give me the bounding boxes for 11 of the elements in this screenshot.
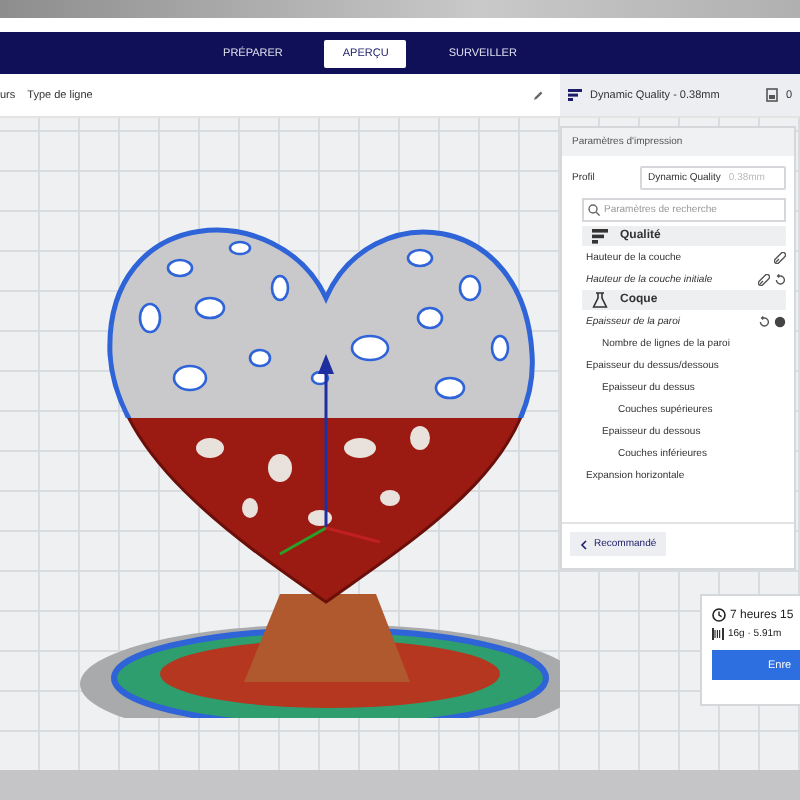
infill-icon bbox=[765, 88, 778, 102]
flask-icon bbox=[592, 292, 608, 308]
pencil-icon[interactable] bbox=[532, 89, 544, 101]
chevron-left-icon bbox=[580, 539, 588, 549]
reset-icon[interactable] bbox=[774, 273, 786, 285]
filament-spool-icon bbox=[712, 628, 724, 640]
reset-icon[interactable] bbox=[758, 315, 770, 327]
search-icon bbox=[588, 204, 600, 216]
profile-bars-icon bbox=[568, 88, 582, 102]
quality-bars-icon bbox=[592, 228, 608, 244]
clock-icon bbox=[712, 608, 726, 622]
